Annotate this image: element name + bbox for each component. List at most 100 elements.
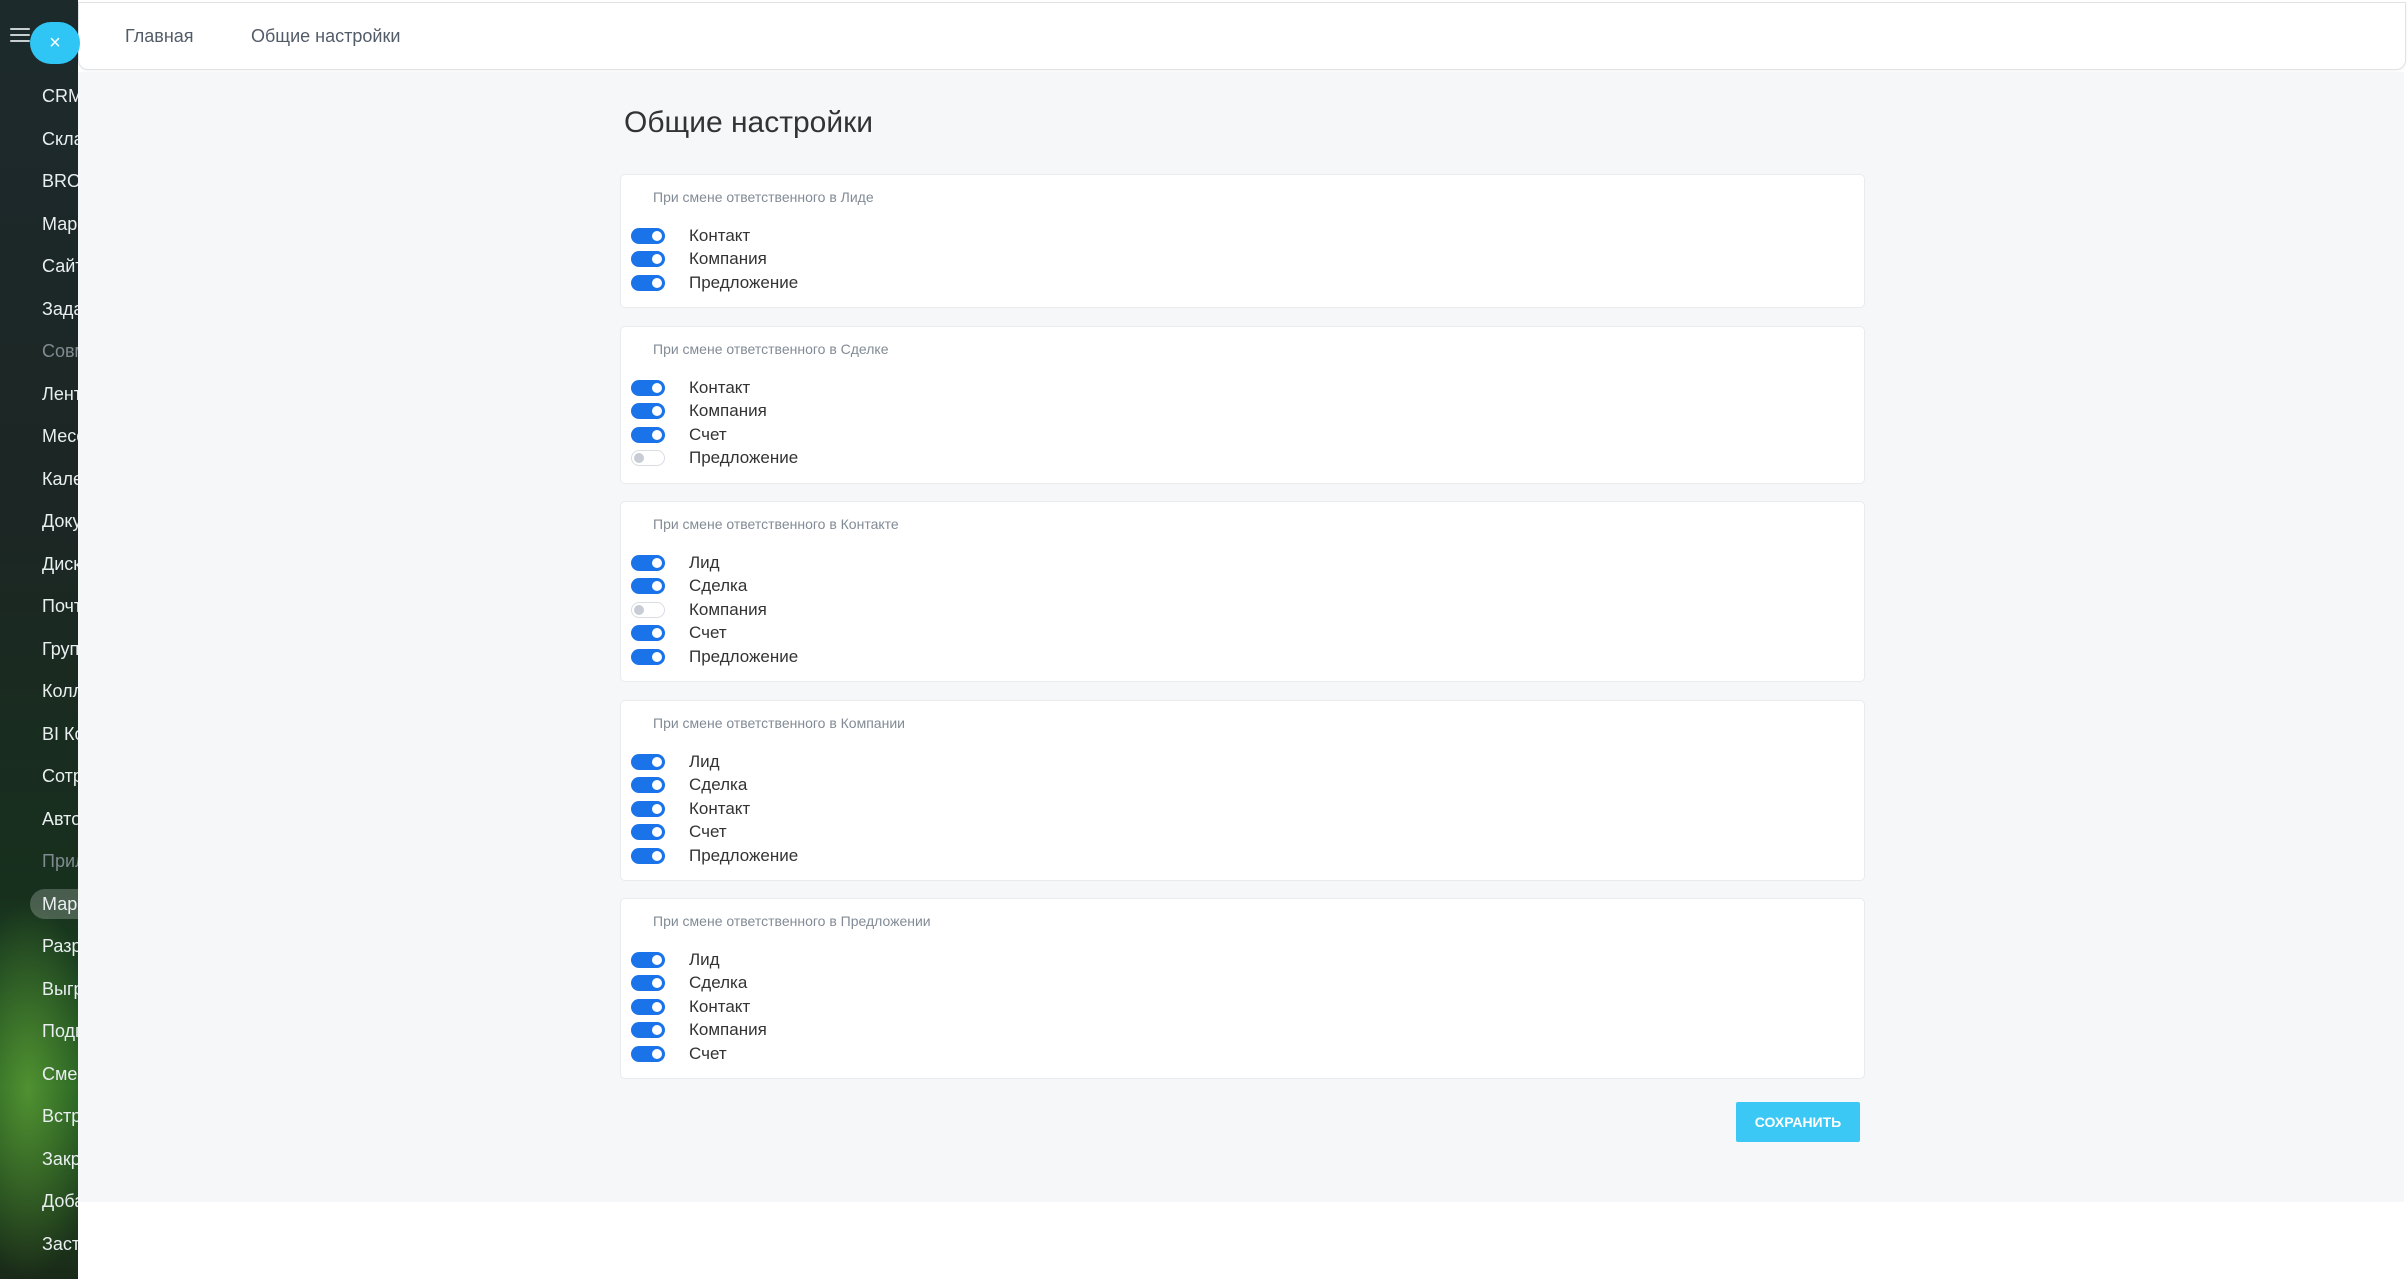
toggle-switch-off[interactable] bbox=[631, 602, 665, 618]
option-row: Сделка bbox=[631, 574, 747, 598]
option-row: Компания bbox=[631, 1018, 767, 1042]
option-label: Предложение bbox=[689, 647, 799, 666]
option-row: Лид bbox=[631, 948, 720, 972]
option-row: Компания bbox=[631, 598, 767, 622]
section-title: При смене ответственного в Компании bbox=[653, 715, 905, 731]
option-label: Счет bbox=[689, 623, 727, 642]
sidebar-item[interactable]: Лента bbox=[42, 379, 78, 409]
option-row: Сделка bbox=[631, 773, 747, 797]
sidebar-item[interactable]: Склад bbox=[42, 124, 78, 154]
option-label: Контакт bbox=[689, 226, 751, 245]
nav-home-link[interactable]: Главная bbox=[125, 3, 194, 69]
toggle-switch-on[interactable] bbox=[631, 251, 665, 267]
sidebar-item[interactable]: Разработчикам bbox=[42, 931, 78, 961]
option-row: Счет bbox=[631, 1042, 727, 1066]
option-row: Счет bbox=[631, 621, 727, 645]
sidebar-item[interactable]: Закрытие bbox=[42, 1144, 78, 1174]
option-row: Контакт bbox=[631, 797, 750, 821]
toggle-switch-on[interactable] bbox=[631, 403, 665, 419]
toggle-switch-off[interactable] bbox=[631, 450, 665, 466]
toggle-switch-on[interactable] bbox=[631, 952, 665, 968]
option-row: Счет bbox=[631, 820, 727, 844]
sidebar-item[interactable]: Смена bbox=[42, 1059, 78, 1089]
toggle-switch-on[interactable] bbox=[631, 777, 665, 793]
settings-card-company: При смене ответственного в Компании Лид … bbox=[620, 700, 1865, 881]
sidebar-item[interactable]: Коллеги bbox=[42, 676, 78, 706]
toggle-switch-on[interactable] bbox=[631, 649, 665, 665]
close-icon[interactable]: × bbox=[30, 22, 80, 64]
option-row: Лид bbox=[631, 551, 720, 575]
page-title: Общие настройки bbox=[624, 106, 873, 139]
nav-settings-link[interactable]: Общие настройки bbox=[251, 3, 400, 69]
sidebar-item[interactable]: Сайты bbox=[42, 251, 78, 281]
settings-card-deal: При смене ответственного в Сделке Контак… bbox=[620, 326, 1865, 484]
settings-card-contact: При смене ответственного в Контакте Лид … bbox=[620, 501, 1865, 682]
sidebar-item[interactable]: Совместная работа bbox=[42, 336, 78, 366]
toggle-switch-on[interactable] bbox=[631, 1046, 665, 1062]
left-sidebar: CRM Склад BRO Маркетинг Сайты Задачи Совместна… bbox=[0, 0, 78, 1279]
option-row: Сделка bbox=[631, 971, 747, 995]
option-label: Компания bbox=[689, 1020, 767, 1039]
sidebar-item[interactable]: BI Конструктор bbox=[42, 719, 78, 749]
toggle-switch-on[interactable] bbox=[631, 1022, 665, 1038]
sidebar-item[interactable]: BRO bbox=[42, 166, 78, 196]
sidebar-item[interactable]: Подписка bbox=[42, 1016, 78, 1046]
option-row: Предложение bbox=[631, 844, 798, 868]
toggle-switch-on[interactable] bbox=[631, 427, 665, 443]
option-label: Предложение bbox=[689, 448, 799, 467]
toggle-switch-on[interactable] bbox=[631, 578, 665, 594]
sidebar-item[interactable]: Диск bbox=[42, 549, 78, 579]
option-row: Компания bbox=[631, 399, 767, 423]
save-button[interactable]: СОХРАНИТЬ bbox=[1736, 1102, 1860, 1142]
toggle-switch-on[interactable] bbox=[631, 999, 665, 1015]
option-label: Компания bbox=[689, 600, 767, 619]
sidebar-item[interactable]: Добавить bbox=[42, 1186, 78, 1216]
sidebar-item[interactable]: Документы bbox=[42, 506, 78, 536]
sidebar-item[interactable]: Календарь bbox=[42, 464, 78, 494]
option-row: Компания bbox=[631, 247, 767, 271]
option-label: Контакт bbox=[689, 799, 751, 818]
section-title: При смене ответственного в Контакте bbox=[653, 516, 899, 532]
sidebar-item[interactable]: Выгрузка bbox=[42, 974, 78, 1004]
toggle-switch-on[interactable] bbox=[631, 275, 665, 291]
toggle-switch-on[interactable] bbox=[631, 380, 665, 396]
toggle-switch-on[interactable] bbox=[631, 625, 665, 641]
sidebar-item[interactable]: База bbox=[42, 1271, 78, 1279]
option-label: Лид bbox=[689, 553, 720, 572]
toggle-switch-on[interactable] bbox=[631, 228, 665, 244]
option-label: Контакт bbox=[689, 997, 751, 1016]
option-label: Лид bbox=[689, 950, 720, 969]
top-navigation-bar: Главная Общие настройки bbox=[78, 2, 2406, 70]
option-row: Контакт bbox=[631, 224, 750, 248]
sidebar-item[interactable]: Маркетинг bbox=[42, 209, 78, 239]
option-label: Счет bbox=[689, 822, 727, 841]
option-label: Сделка bbox=[689, 576, 748, 595]
sidebar-item[interactable]: Сотрудники bbox=[42, 761, 78, 791]
option-label: Сделка bbox=[689, 973, 748, 992]
toggle-switch-on[interactable] bbox=[631, 754, 665, 770]
option-label: Счет bbox=[689, 425, 727, 444]
option-label: Счет bbox=[689, 1044, 727, 1063]
sidebar-item[interactable]: Группы bbox=[42, 634, 78, 664]
sidebar-item[interactable]: Мессенджер bbox=[42, 421, 78, 451]
option-row: Предложение bbox=[631, 271, 798, 295]
toggle-switch-on[interactable] bbox=[631, 848, 665, 864]
option-label: Предложение bbox=[689, 846, 799, 865]
toggle-switch-on[interactable] bbox=[631, 975, 665, 991]
toggle-switch-on[interactable] bbox=[631, 555, 665, 571]
toggle-switch-on[interactable] bbox=[631, 824, 665, 840]
sidebar-item[interactable]: Маркет bbox=[30, 888, 78, 919]
option-label: Компания bbox=[689, 401, 767, 420]
settings-card-quote: При смене ответственного в Предложении Л… bbox=[620, 898, 1865, 1079]
hamburger-menu-icon[interactable] bbox=[10, 28, 30, 42]
sidebar-item[interactable]: Автоматизация bbox=[42, 804, 78, 834]
sidebar-item[interactable]: Почта bbox=[42, 591, 78, 621]
sidebar-item[interactable]: Задачи bbox=[42, 294, 78, 324]
sidebar-item[interactable]: CRM bbox=[42, 81, 78, 111]
sidebar-item[interactable]: Застройка bbox=[42, 1229, 78, 1259]
sidebar-item[interactable]: Встречи bbox=[42, 1101, 78, 1131]
option-row: Предложение bbox=[631, 645, 798, 669]
sidebar-item[interactable]: Приложения bbox=[42, 846, 78, 876]
section-title: При смене ответственного в Сделке bbox=[653, 341, 889, 357]
toggle-switch-on[interactable] bbox=[631, 801, 665, 817]
